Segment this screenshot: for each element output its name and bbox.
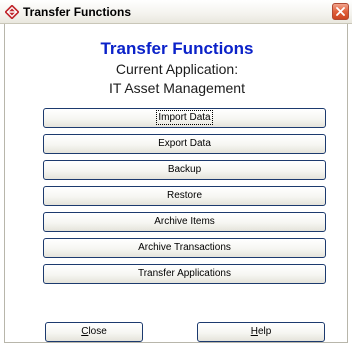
- archive-transactions-label: Archive Transactions: [138, 242, 231, 253]
- archive-items-label: Archive Items: [154, 216, 215, 227]
- app-diamond-icon: [5, 5, 19, 19]
- current-application-label: Current Application:: [115, 61, 239, 77]
- window-close-button[interactable]: [332, 3, 349, 20]
- archive-items-button[interactable]: Archive Items: [43, 212, 326, 232]
- help-button-label: Help: [251, 326, 272, 337]
- help-mnemonic: H: [250, 326, 258, 337]
- archive-transactions-button[interactable]: Archive Transactions: [43, 238, 326, 258]
- transfer-applications-label: Transfer Applications: [137, 268, 231, 279]
- restore-button[interactable]: Restore: [43, 186, 326, 206]
- export-data-label: Export Data: [158, 138, 211, 149]
- window-title: Transfer Functions: [23, 5, 132, 19]
- backup-button[interactable]: Backup: [43, 160, 326, 180]
- help-label-rest: elp: [257, 326, 272, 337]
- transfer-applications-button[interactable]: Transfer Applications: [43, 264, 326, 284]
- import-data-button[interactable]: Import Data: [43, 108, 326, 128]
- export-data-button[interactable]: Export Data: [43, 134, 326, 154]
- close-icon: [336, 7, 345, 16]
- title-bar[interactable]: Transfer Functions: [0, 0, 352, 24]
- close-button[interactable]: Close: [45, 322, 143, 342]
- backup-label: Backup: [167, 164, 202, 175]
- transfer-functions-window: Transfer Functions Transfer Functions Cu…: [0, 0, 352, 347]
- close-button-label: Close: [81, 326, 107, 337]
- import-data-label: Import Data: [156, 110, 213, 125]
- close-label-rest: lose: [88, 326, 107, 337]
- dialog-heading: Transfer Functions: [100, 39, 254, 58]
- help-button[interactable]: Help: [197, 322, 325, 342]
- restore-label: Restore: [166, 190, 202, 201]
- current-application-name: IT Asset Management: [109, 80, 245, 96]
- dialog-body: Transfer Functions Current Application: …: [4, 24, 348, 343]
